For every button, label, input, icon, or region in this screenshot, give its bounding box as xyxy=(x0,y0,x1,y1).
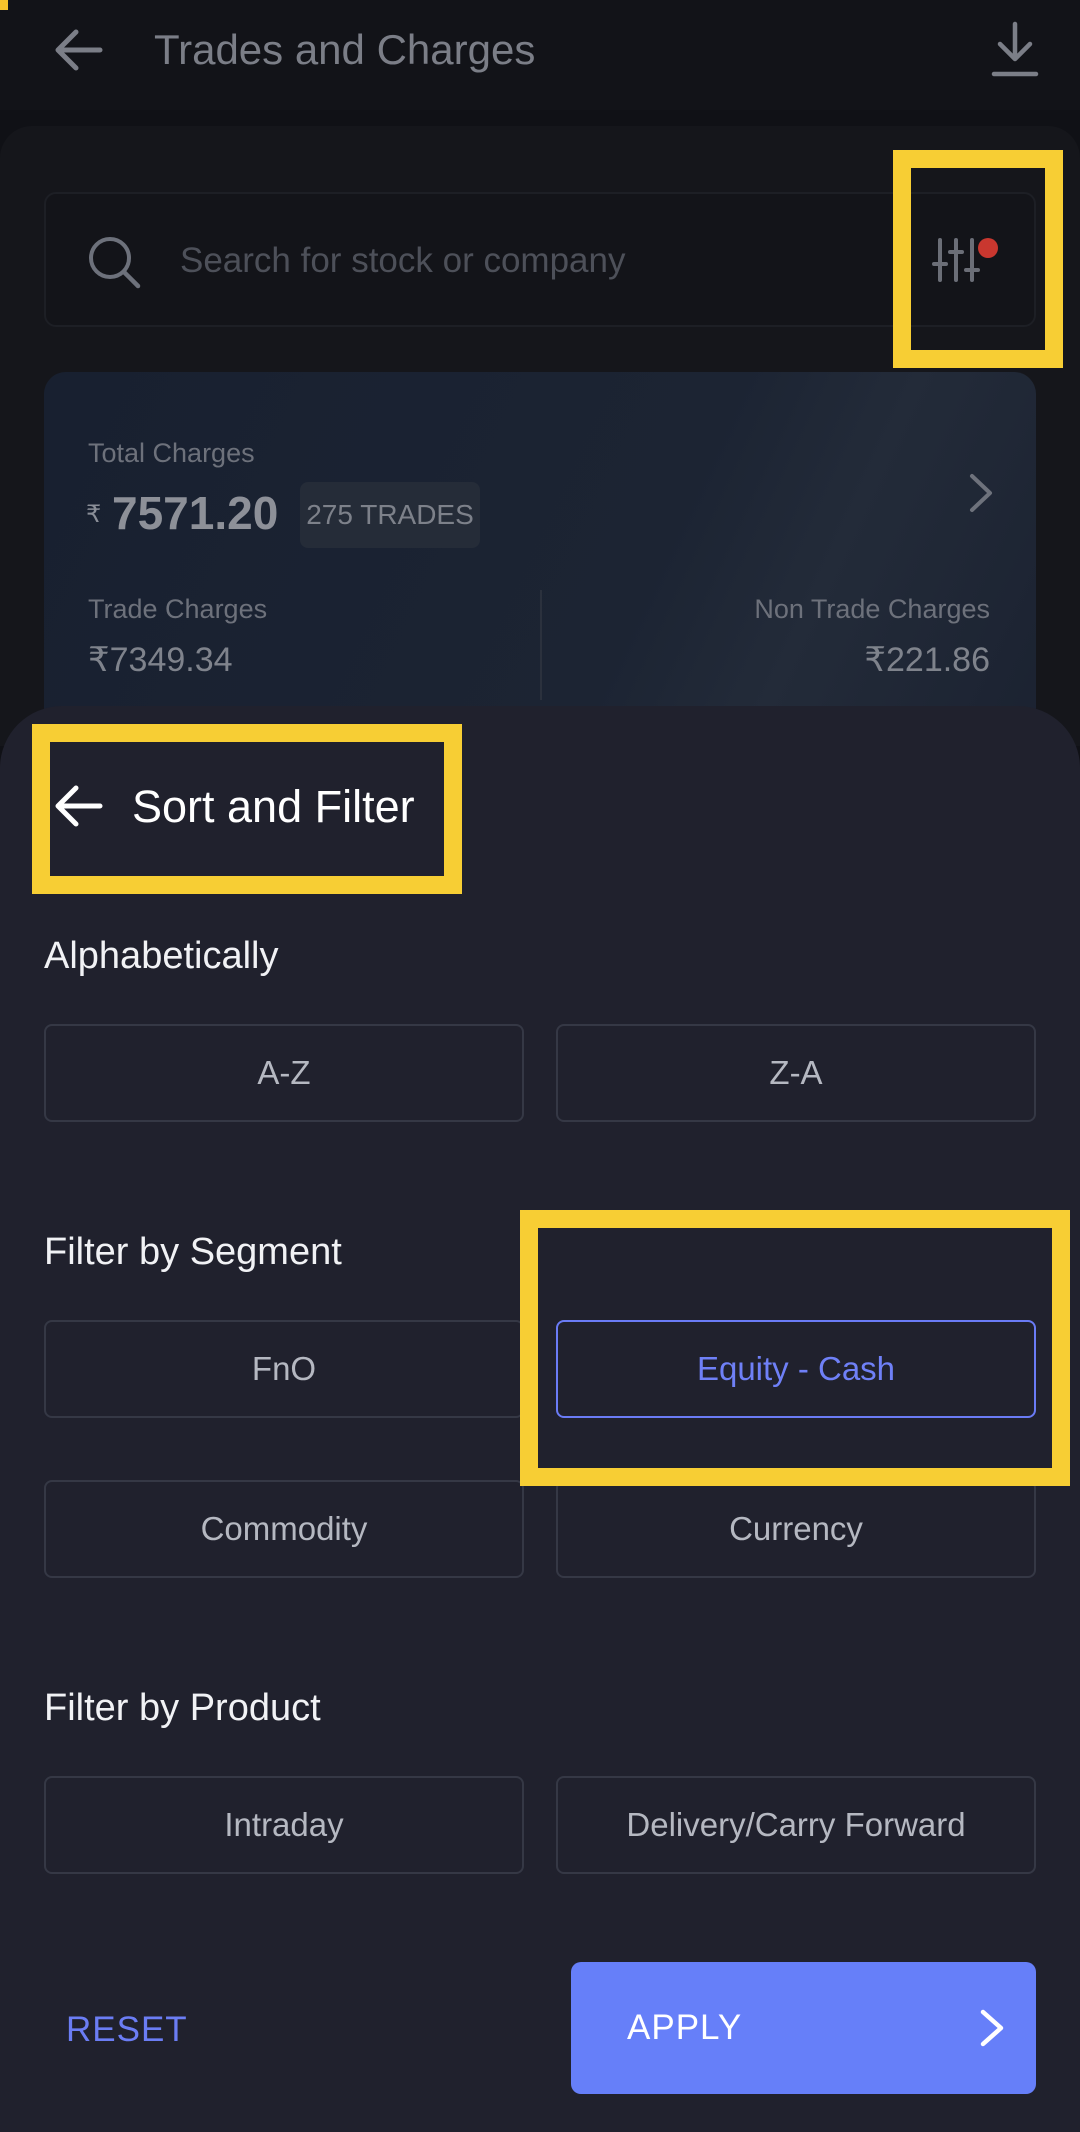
active-filter-dot xyxy=(978,238,998,258)
back-arrow-icon[interactable] xyxy=(52,780,104,832)
search-icon xyxy=(89,237,141,289)
non-trade-charges-value: ₹221.86 xyxy=(864,641,990,679)
option-delivery-carry-forward[interactable]: Delivery/Carry Forward xyxy=(556,1776,1036,1874)
back-arrow-icon[interactable] xyxy=(50,22,106,78)
reset-button[interactable]: RESET xyxy=(66,2006,188,2054)
option-a-z[interactable]: A-Z xyxy=(44,1024,524,1122)
trade-charges-value: ₹7349.34 xyxy=(88,641,233,679)
charges-summary-card[interactable]: Total Charges ₹ 7571.20 275 TRADES Trade… xyxy=(44,372,1036,752)
chevron-right-icon xyxy=(980,2009,1004,2047)
download-icon[interactable] xyxy=(988,20,1042,78)
apply-label: APPLY xyxy=(627,2008,743,2047)
divider xyxy=(540,590,542,700)
filter-button[interactable] xyxy=(930,232,998,288)
search-input[interactable]: Search for stock or company xyxy=(180,238,625,284)
option-commodity[interactable]: Commodity xyxy=(44,1480,524,1578)
option-equity-cash[interactable]: Equity - Cash xyxy=(556,1320,1036,1418)
app-root: Trades and Charges Search for stock or c… xyxy=(0,0,1080,2132)
sort-filter-sheet: Sort and Filter Alphabetically A-Z Z-A F… xyxy=(0,706,1080,2132)
top-bar: Trades and Charges xyxy=(0,0,1080,110)
option-intraday[interactable]: Intraday xyxy=(44,1776,524,1874)
page-title: Trades and Charges xyxy=(154,26,536,73)
chevron-right-icon[interactable] xyxy=(958,468,1002,518)
search-bar[interactable]: Search for stock or company xyxy=(44,192,1036,327)
sheet-title: Sort and Filter xyxy=(132,781,415,832)
section-title-alphabetically: Alphabetically xyxy=(44,935,279,977)
option-fno[interactable]: FnO xyxy=(44,1320,524,1418)
option-z-a[interactable]: Z-A xyxy=(556,1024,1036,1122)
currency-symbol: ₹ xyxy=(86,501,102,528)
highlight-fragment xyxy=(0,0,8,10)
non-trade-charges-label: Non Trade Charges xyxy=(754,594,990,624)
option-currency[interactable]: Currency xyxy=(556,1480,1036,1578)
section-title-segment: Filter by Segment xyxy=(44,1231,342,1273)
section-title-product: Filter by Product xyxy=(44,1687,321,1729)
trades-count-badge: 275 TRADES xyxy=(300,482,480,548)
trade-charges-label: Trade Charges xyxy=(88,594,268,624)
total-charges-label: Total Charges xyxy=(88,438,255,468)
apply-button[interactable]: APPLY xyxy=(571,1962,1036,2094)
total-charges-value: 7571.20 xyxy=(112,487,279,539)
